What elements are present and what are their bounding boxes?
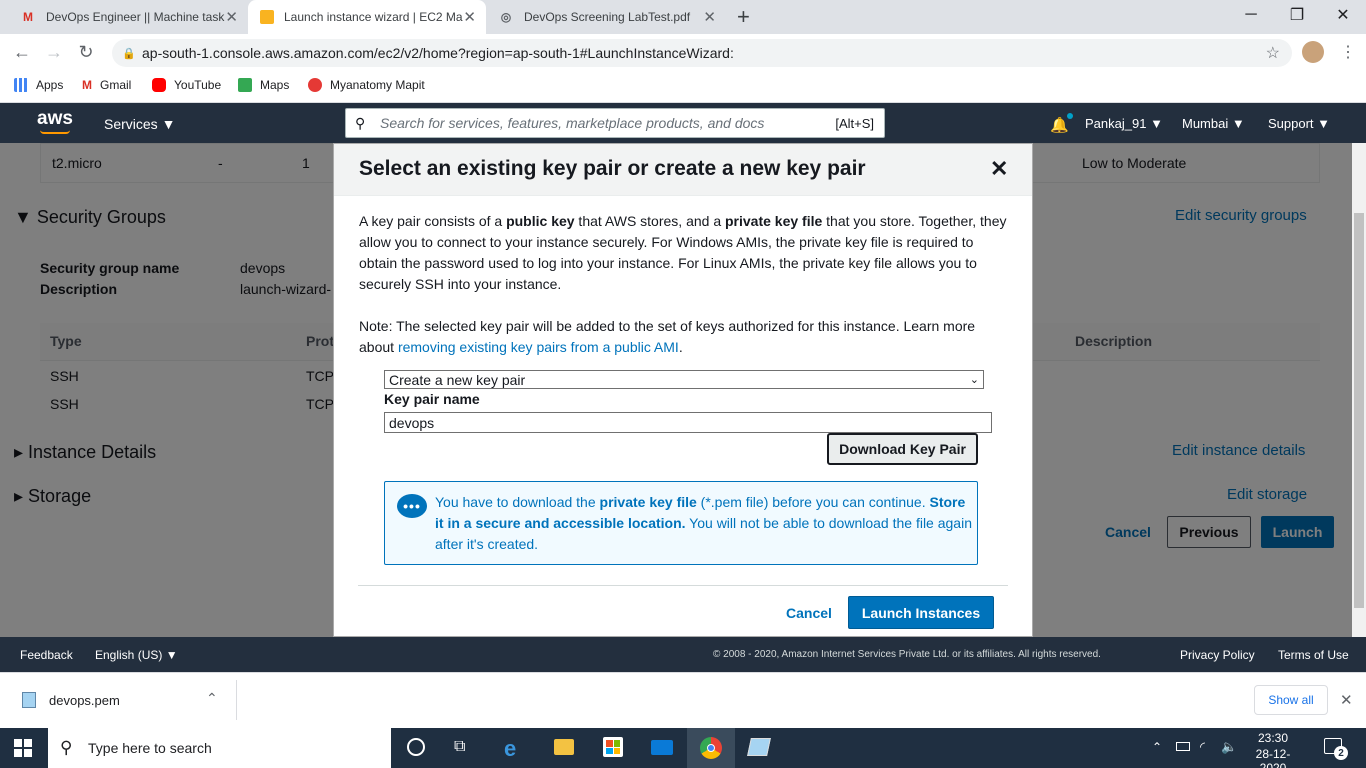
notification-count: 2	[1334, 746, 1348, 760]
key-pair-dialog: Select an existing key pair or create a …	[333, 143, 1033, 637]
download-item[interactable]: devops.pem	[49, 693, 120, 708]
launch-instances-button[interactable]: Launch Instances	[848, 596, 994, 629]
close-icon[interactable]: ✕	[990, 156, 1008, 182]
file-icon	[22, 692, 36, 708]
aws-smile-icon	[40, 130, 70, 134]
clock[interactable]: 23:30 28-12-2020	[1248, 731, 1298, 768]
tab-ec2[interactable]: Launch instance wizard | EC2 Ma ✕	[248, 0, 486, 34]
language-select[interactable]: English (US) ▼	[95, 648, 178, 662]
terms-link[interactable]: Terms of Use	[1278, 648, 1349, 662]
volume-icon[interactable]: 🔈	[1221, 739, 1237, 755]
bookmark-youtube[interactable]: YouTube	[152, 76, 221, 94]
key-pair-description: A key pair consists of a public key that…	[359, 213, 1007, 292]
region-menu[interactable]: Mumbai ▼	[1182, 116, 1245, 131]
key-pair-name-label: Key pair name	[384, 391, 480, 407]
chat-bubble-icon: •••	[397, 494, 427, 518]
search-input[interactable]: ⚲ Search for services, features, marketp…	[345, 108, 885, 138]
feedback-link[interactable]: Feedback	[20, 648, 73, 662]
divider	[236, 680, 237, 720]
divider	[358, 585, 1008, 586]
forward-icon[interactable]: →	[42, 40, 66, 64]
back-icon[interactable]: ←	[10, 40, 34, 64]
address-bar[interactable]: 🔒 ap-south-1.console.aws.amazon.com/ec2/…	[112, 39, 1292, 67]
gmail-icon: M	[82, 78, 92, 92]
cortana-icon[interactable]	[407, 738, 425, 756]
close-tab-icon[interactable]: ✕	[703, 8, 716, 26]
bookmark-maps[interactable]: Maps	[238, 76, 289, 94]
tab-gmail[interactable]: M DevOps Engineer || Machine task ✕	[8, 0, 248, 34]
battery-icon[interactable]	[1176, 742, 1190, 751]
mail-icon[interactable]	[651, 740, 673, 755]
scrollbar[interactable]	[1352, 143, 1366, 637]
aws-box-icon	[260, 10, 274, 24]
new-tab-icon[interactable]: +	[737, 4, 750, 30]
youtube-icon	[152, 78, 166, 92]
key-pair-name-input[interactable]: devops	[384, 412, 992, 433]
gmail-icon: M	[23, 10, 33, 24]
reload-icon[interactable]: ↻	[74, 40, 98, 64]
show-all-button[interactable]: Show all	[1254, 685, 1328, 715]
task-view-icon[interactable]: ⧉	[454, 738, 465, 756]
scrollbar-thumb[interactable]	[1354, 213, 1364, 608]
aws-logo[interactable]: aws	[37, 108, 73, 130]
tab-pdf[interactable]: ◎ DevOps Screening LabTest.pdf ✕	[486, 0, 726, 34]
support-menu[interactable]: Support ▼	[1268, 116, 1330, 131]
chevron-down-icon: ⌄	[969, 374, 979, 386]
minimize-icon[interactable]: ─	[1228, 0, 1274, 30]
notepad-icon[interactable]	[747, 738, 771, 756]
close-tab-icon[interactable]: ✕	[463, 8, 476, 26]
key-pair-select[interactable]: Create a new key pair ⌄	[384, 370, 984, 389]
avatar[interactable]	[1302, 41, 1324, 63]
bookmark-gmail[interactable]: M Gmail	[82, 76, 131, 94]
remove-key-pairs-link[interactable]: removing existing key pairs from a publi…	[398, 339, 679, 355]
search-icon: ⚲	[355, 114, 366, 131]
windows-start-icon[interactable]	[14, 739, 32, 757]
console-footer	[0, 637, 1366, 672]
bookmark-apps[interactable]: Apps	[14, 76, 63, 94]
chrome-taskbar-item[interactable]	[687, 728, 735, 768]
key-pair-note: Note: The selected key pair will be adde…	[359, 318, 976, 355]
lock-icon: 🔒	[122, 47, 136, 60]
close-tab-icon[interactable]: ✕	[225, 8, 238, 26]
dialog-title: Select an existing key pair or create a …	[359, 157, 866, 180]
search-icon: ⚲	[60, 738, 73, 757]
info-alert: ••• You have to download the private key…	[384, 481, 978, 565]
download-key-pair-button[interactable]: Download Key Pair	[827, 433, 978, 465]
privacy-link[interactable]: Privacy Policy	[1180, 648, 1255, 662]
close-window-icon[interactable]: ✕	[1320, 0, 1366, 30]
wifi-icon[interactable]: ◜	[1200, 739, 1205, 755]
bookmark-myanatomy[interactable]: Myanatomy Mapit	[308, 76, 425, 94]
myanatomy-icon	[308, 78, 322, 92]
cancel-button[interactable]: Cancel	[786, 605, 832, 621]
maps-icon	[238, 78, 252, 92]
apps-grid-icon	[14, 78, 28, 92]
file-explorer-icon[interactable]	[554, 739, 574, 755]
services-menu[interactable]: Services ▼	[104, 116, 175, 132]
store-icon[interactable]	[603, 737, 623, 757]
close-shelf-icon[interactable]: ✕	[1340, 691, 1353, 709]
edge-icon[interactable]: e	[504, 736, 516, 762]
notification-dot	[1067, 113, 1073, 119]
star-icon[interactable]: ☆	[1266, 43, 1280, 63]
chevron-up-icon[interactable]: ⌃	[1152, 740, 1162, 754]
chevron-up-icon[interactable]: ⌃	[206, 690, 218, 707]
taskbar-search[interactable]: ⚲ Type here to search	[48, 728, 391, 768]
bell-icon[interactable]: 🔔	[1050, 116, 1069, 134]
restore-icon[interactable]: ❐	[1274, 0, 1320, 30]
globe-icon: ◎	[500, 10, 512, 24]
menu-icon[interactable]: ⋮	[1340, 42, 1356, 62]
account-menu[interactable]: Pankaj_91 ▼	[1085, 116, 1163, 131]
download-shelf	[0, 672, 1366, 728]
